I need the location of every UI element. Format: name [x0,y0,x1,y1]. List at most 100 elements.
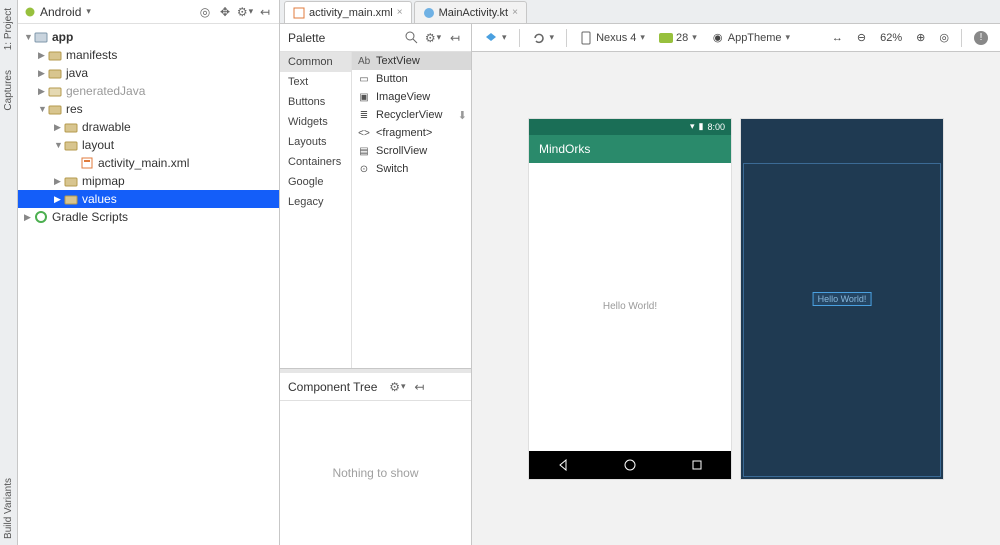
recyclerview-icon: ≣ [358,110,370,121]
project-panel-header: Android ▾ ◎ ✥ ⚙▾ ↤ [18,0,279,24]
tree-node-gradle-scripts[interactable]: ▶ Gradle Scripts [18,208,279,226]
close-icon[interactable]: × [512,7,518,18]
chevron-down-icon[interactable]: ▾ [86,6,91,17]
palette-item-switch[interactable]: ⊙ Switch [352,160,471,178]
tree-node-drawable[interactable]: ▶ drawable [18,118,279,136]
palette-header: Palette ⚙▾ ↤ [280,24,471,52]
app-title: MindOrks [539,142,590,156]
design-mode-button[interactable]: ▾ [480,29,511,47]
blueprint-preview[interactable]: Hello World! [741,119,943,479]
switch-icon: ⊙ [358,164,370,175]
collapse-icon[interactable]: ✥ [217,4,233,20]
design-toolbar: ▾ ▾ Nexus 4▾ 28▾ [472,24,1000,52]
folder-icon [64,175,78,187]
folder-icon [48,103,62,115]
warnings-button[interactable]: ! [970,29,992,47]
tree-node-mipmap[interactable]: ▶ mipmap [18,172,279,190]
gear-icon[interactable]: ⚙▾ [237,4,253,20]
palette-category-text[interactable]: Text [280,72,351,92]
palette-item-label: Button [376,73,408,85]
palette-categories: Common Text Buttons Widgets Layouts Cont… [280,52,352,368]
tree-label: values [82,192,117,206]
device-preview[interactable]: ▾ ▮ 8:00 MindOrks Hello World! [529,119,731,479]
side-tab-project[interactable]: 1: Project [1,2,16,56]
tree-node-res[interactable]: ▼ res [18,100,279,118]
palette-item-button[interactable]: ▭ Button [352,70,471,88]
download-icon[interactable]: ⬇ [458,109,467,122]
left-side-tabs: 1: Project Captures Build Variants [0,0,18,545]
module-icon [34,31,48,43]
orientation-button[interactable]: ▾ [528,29,559,47]
palette-category-containers[interactable]: Containers [280,152,351,172]
preview-status-bar: ▾ ▮ 8:00 [529,119,731,135]
nav-recent-icon [690,458,704,472]
device-selector[interactable]: Nexus 4▾ [575,29,649,47]
blueprint-hello-text[interactable]: Hello World! [813,292,872,306]
pan-button[interactable]: ↔ [828,30,847,46]
palette-item-label: <fragment> [376,127,432,139]
tree-label: drawable [82,120,131,134]
nav-back-icon [556,458,570,472]
layout-file-icon [293,7,305,19]
api-selector[interactable]: 28▾ [655,29,701,47]
tree-node-app[interactable]: ▼ app [18,28,279,46]
palette-item-label: Switch [376,163,408,175]
tree-label: manifests [66,48,117,62]
preview-body: Hello World! [529,163,731,451]
palette-category-google[interactable]: Google [280,172,351,192]
palette-category-buttons[interactable]: Buttons [280,92,351,112]
palette-item-recyclerview[interactable]: ≣RecyclerView⬇ [352,106,471,124]
palette-items: AbTextView ▭ Button ▣ImageView ≣RecyclerV… [352,52,471,368]
tree-node-activity-main-xml[interactable]: activity_main.xml [18,154,279,172]
theme-selector[interactable]: ◉ AppTheme▾ [707,29,794,47]
button-icon: ▭ [358,74,370,85]
search-icon[interactable] [403,30,419,46]
palette-item-textview[interactable]: AbTextView [352,52,471,70]
palette-category-widgets[interactable]: Widgets [280,112,351,132]
palette-item-fragment[interactable]: <> <fragment> [352,124,471,142]
palette-category-layouts[interactable]: Layouts [280,132,351,152]
project-panel: Android ▾ ◎ ✥ ⚙▾ ↤ ▼ app ▶ manifests ▶ j… [18,0,280,545]
tree-label: layout [82,138,114,152]
palette-item-label: ScrollView [376,145,427,157]
hide-panel-icon[interactable]: ↤ [411,379,427,395]
component-tree-header: Component Tree ⚙▾ ↤ [280,373,471,401]
hide-panel-icon[interactable]: ↤ [257,4,273,20]
folder-icon [48,85,62,97]
editor-tab-main-activity[interactable]: MainActivity.kt × [414,1,527,23]
zoom-out-button[interactable]: ⊖ [853,29,870,46]
editor-tab-activity-main[interactable]: activity_main.xml × [284,1,412,23]
tree-node-layout[interactable]: ▼ layout [18,136,279,154]
theme-icon: ◉ [711,31,725,45]
hide-panel-icon[interactable]: ↤ [447,30,463,46]
tree-label: generatedJava [66,84,145,98]
palette-category-legacy[interactable]: Legacy [280,192,351,212]
target-icon[interactable]: ◎ [197,4,213,20]
design-canvas[interactable]: ▾ ▮ 8:00 MindOrks Hello World! [472,52,1000,545]
palette-category-common[interactable]: Common [280,52,351,72]
tree-node-java[interactable]: ▶ java [18,64,279,82]
side-tab-captures[interactable]: Captures [1,64,16,117]
zoom-fit-button[interactable]: ◎ [935,29,953,46]
device-icon [579,31,593,45]
project-tree[interactable]: ▼ app ▶ manifests ▶ java ▶ generatedJava… [18,24,279,545]
palette-item-scrollview[interactable]: ▤ScrollView [352,142,471,160]
layers-icon [484,31,498,45]
folder-icon [48,49,62,61]
side-tab-build-variants[interactable]: Build Variants [1,472,16,545]
tab-label: activity_main.xml [309,7,393,19]
project-view-mode[interactable]: Android [40,5,81,19]
palette-item-label: TextView [376,55,420,67]
close-icon[interactable]: × [397,7,403,18]
palette-item-imageview[interactable]: ▣ImageView [352,88,471,106]
zoom-in-button[interactable]: ⊕ [912,29,929,46]
tree-node-generated-java[interactable]: ▶ generatedJava [18,82,279,100]
gear-icon[interactable]: ⚙▾ [425,30,441,46]
status-time: 8:00 [707,122,725,132]
fragment-icon: <> [358,128,370,139]
imageview-icon: ▣ [358,92,370,103]
nav-home-icon [623,458,637,472]
gear-icon[interactable]: ⚙▾ [389,379,405,395]
tree-node-manifests[interactable]: ▶ manifests [18,46,279,64]
tree-node-values[interactable]: ▶ values [18,190,279,208]
